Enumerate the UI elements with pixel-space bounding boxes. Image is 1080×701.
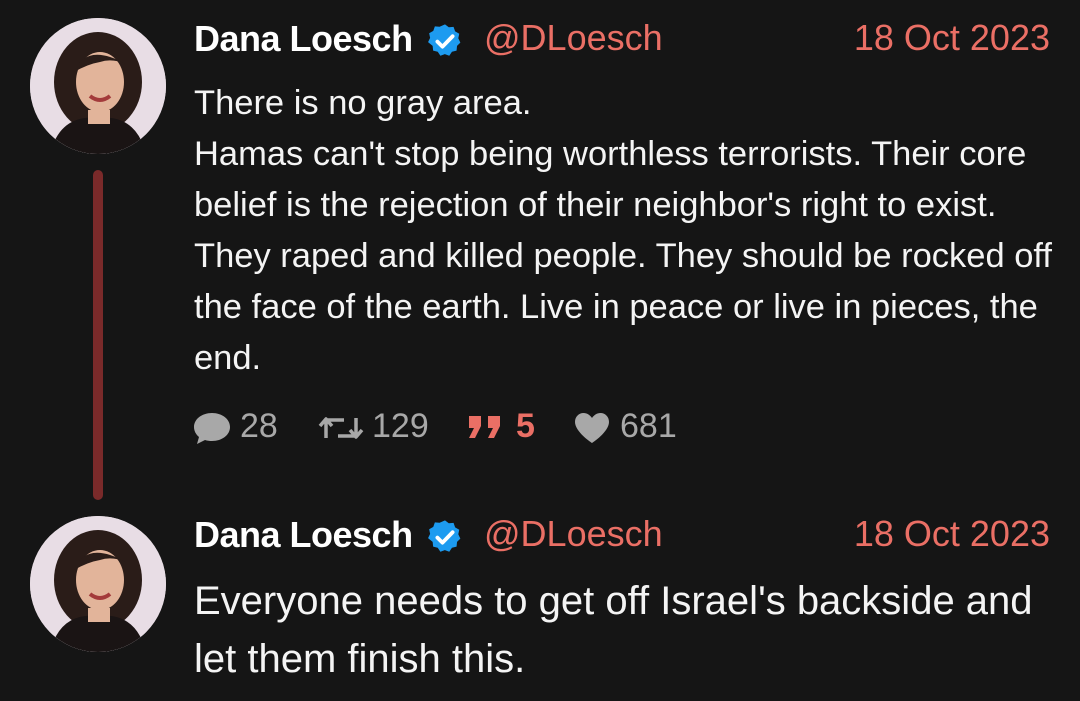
heart-icon [575, 413, 609, 443]
tweet-text: Everyone needs to get off Israel's backs… [194, 579, 1033, 681]
verified-badge-icon [428, 520, 461, 552]
retweet-arrows-icon [318, 417, 364, 439]
like-count: 681 [620, 407, 677, 445]
author-handle[interactable]: @DLoesch [484, 513, 663, 555]
tweet-header: Dana Loesch @DLoesch 18 Oct 2023 [194, 510, 1050, 560]
tweet-1[interactable]: Dana Loesch @DLoesch 18 Oct 2023 There i… [0, 0, 1080, 500]
author-name[interactable]: Dana Loesch [194, 514, 413, 556]
author-name[interactable]: Dana Loesch [194, 18, 413, 60]
speech-bubble-icon [194, 413, 230, 444]
tweet-text: There is no gray area. Hamas can't stop … [194, 84, 1052, 377]
verified-badge-icon [428, 24, 461, 56]
tweet-header: Dana Loesch @DLoesch 18 Oct 2023 [194, 14, 1050, 64]
tweet-date[interactable]: 18 Oct 2023 [854, 513, 1050, 555]
reply-count: 28 [240, 407, 278, 445]
avatar[interactable] [30, 516, 166, 652]
author-handle[interactable]: @DLoesch [484, 17, 663, 59]
quote-count: 5 [516, 407, 535, 445]
thread-line [93, 170, 103, 500]
avatar[interactable] [30, 18, 166, 154]
tweet-date[interactable]: 18 Oct 2023 [854, 17, 1050, 59]
quote-marks-icon [469, 416, 500, 438]
retweet-count: 129 [372, 407, 429, 445]
